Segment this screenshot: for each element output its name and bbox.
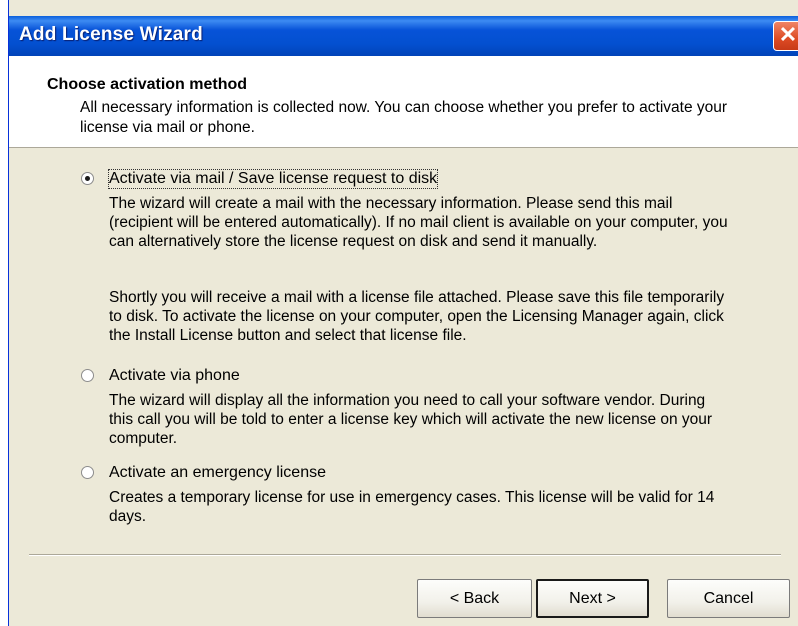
close-icon: ✕ [778,22,798,47]
option-mail-description-2: Shortly you will receive a mail with a l… [109,289,725,344]
next-button[interactable]: Next > [536,579,649,618]
radio-emergency[interactable] [81,466,94,479]
window-title: Add License Wizard [19,24,203,45]
radio-mail[interactable] [81,172,94,185]
close-button[interactable]: ✕ [773,21,798,51]
title-bar[interactable]: Add License Wizard ✕ [9,16,798,56]
option-emergency-label[interactable]: Activate an emergency license [109,464,326,482]
options-panel: Activate via mail / Save license request… [9,148,798,548]
page-description: All necessary information is collected n… [80,99,728,136]
option-phone-label[interactable]: Activate via phone [109,367,240,385]
option-mail-label[interactable]: Activate via mail / Save license request… [107,169,439,189]
option-emergency-description: Creates a temporary license for use in e… [109,489,715,525]
wizard-window: Add License Wizard ✕ Choose activation m… [8,0,798,626]
option-mail-description: The wizard will create a mail with the n… [109,195,728,250]
page-title: Choose activation method [47,76,248,93]
footer-separator [29,554,781,556]
back-button[interactable]: < Back [417,579,532,618]
cancel-button[interactable]: Cancel [667,579,790,618]
radio-phone[interactable] [81,369,94,382]
option-phone-description: The wizard will display all the informat… [109,392,713,447]
wizard-header: Choose activation method All necessary i… [9,56,798,148]
